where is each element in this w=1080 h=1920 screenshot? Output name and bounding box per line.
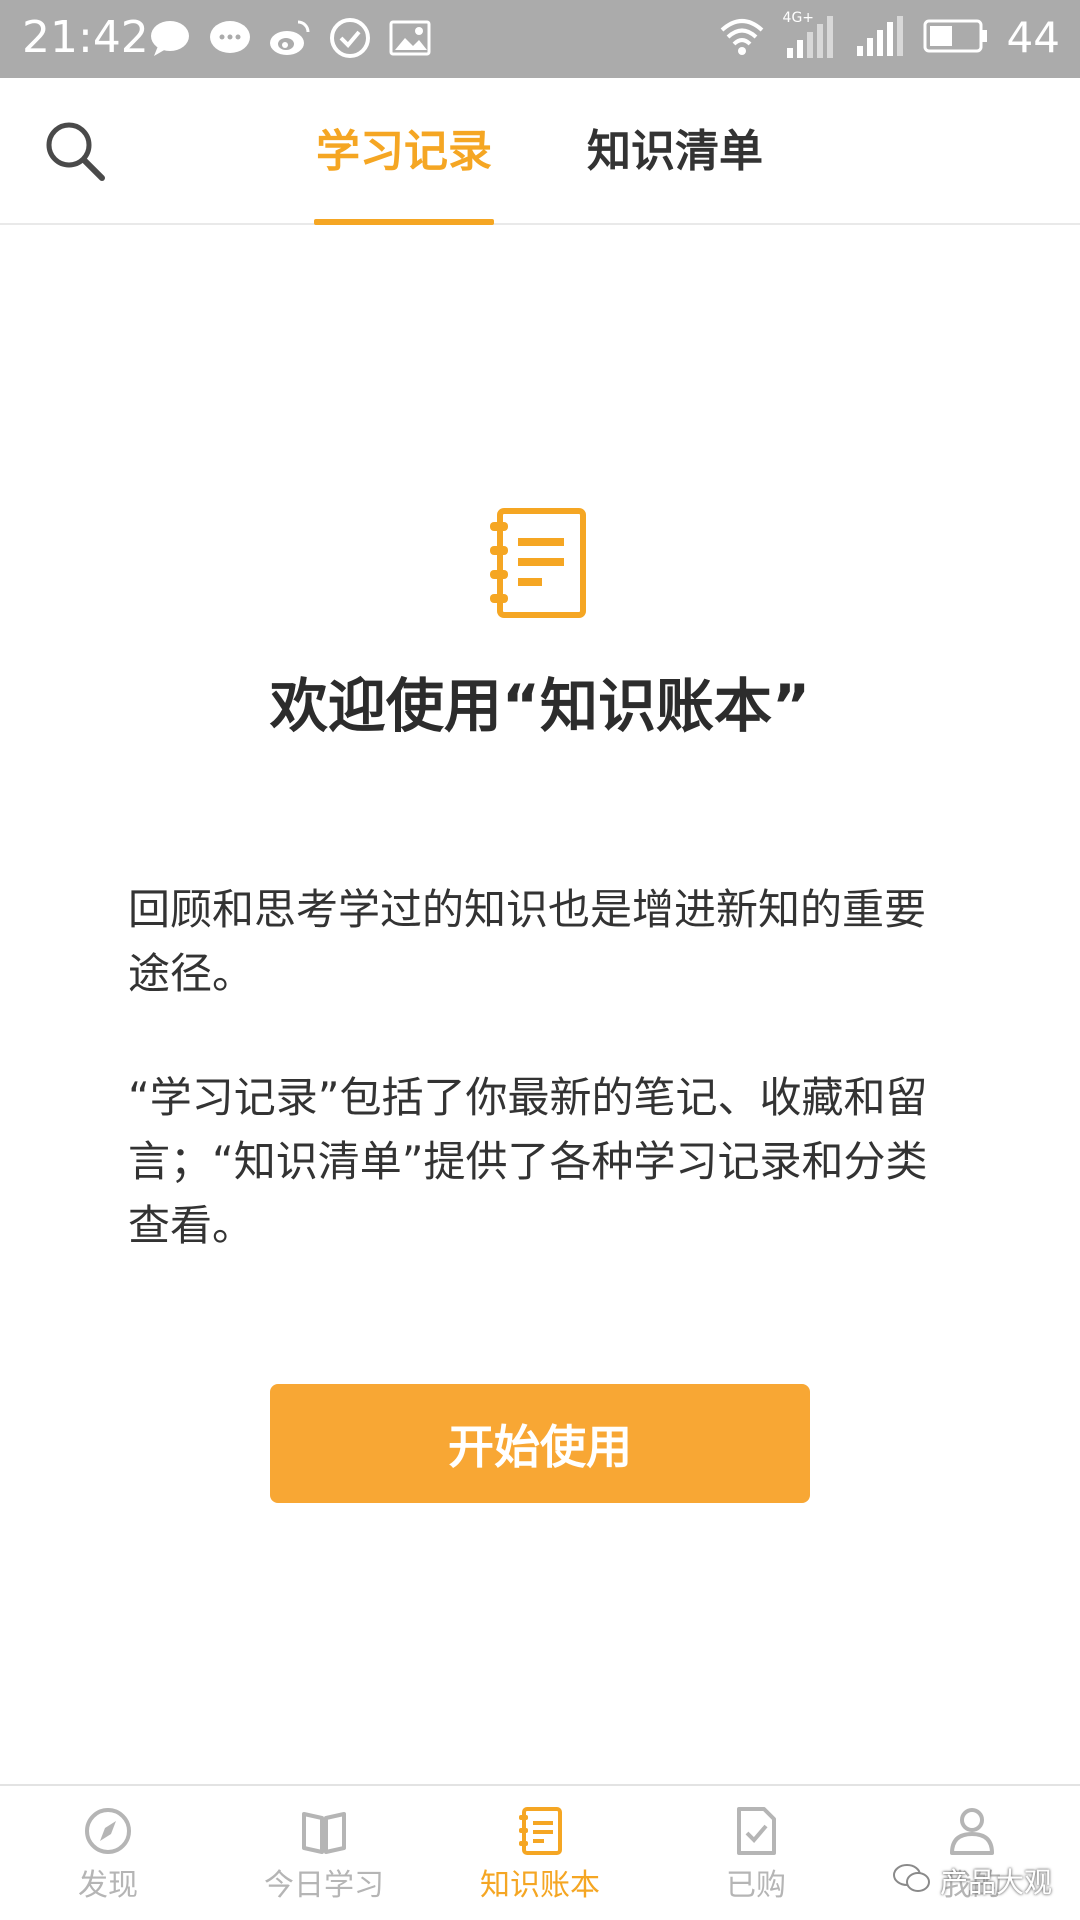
wifi-icon	[719, 16, 765, 60]
status-time: 21:42	[22, 12, 149, 63]
message-icon	[148, 16, 192, 60]
book-icon	[300, 1806, 348, 1856]
intro-paragraph: 回顾和思考学过的知识也是增进新知的重要途径。	[128, 885, 927, 998]
watermark-text: 产品大观	[939, 1865, 1052, 1899]
search-icon	[46, 122, 105, 181]
app-screen: 21:42 4G+ 44 学习记录 知识清单 欢迎使用“知识账本” 回顾和思考学…	[0, 0, 1080, 1920]
signal-icon: 4G+	[783, 10, 837, 62]
top-tab-bar: 学习记录 知识清单	[0, 78, 1080, 225]
nav-item-today[interactable]: 今日学习	[216, 1786, 432, 1920]
nav-label: 发现	[78, 1868, 138, 1903]
nav-item-knowledge-ledger[interactable]: 知识账本	[432, 1786, 648, 1920]
welcome-title: 欢迎使用“知识账本”	[269, 672, 811, 740]
weibo-icon	[268, 16, 312, 60]
purchased-icon	[732, 1806, 780, 1856]
check-circle-icon	[328, 16, 372, 60]
notebook-icon	[488, 508, 586, 618]
user-icon	[948, 1806, 996, 1856]
nav-item-purchased[interactable]: 已购	[648, 1786, 864, 1920]
tab-knowledge-list[interactable]: 知识清单	[585, 122, 765, 182]
notebook-icon	[516, 1806, 564, 1856]
nav-label: 已购	[726, 1868, 786, 1903]
feature-paragraph: “学习记录”包括了你最新的笔记、收藏和留言；“知识清单”提供了各种学习记录和分类…	[128, 1073, 928, 1250]
status-bar: 21:42 4G+ 44	[0, 0, 1080, 78]
active-tab-indicator	[314, 219, 494, 225]
nav-label: 知识账本	[480, 1868, 600, 1903]
wechat-icon	[892, 1862, 932, 1903]
image-icon	[388, 16, 432, 60]
signal-icon-2	[855, 14, 905, 62]
search-button[interactable]	[42, 118, 108, 184]
nav-label: 今日学习	[264, 1868, 384, 1903]
start-button[interactable]: 开始使用	[270, 1384, 810, 1503]
notification-icons	[148, 16, 432, 60]
tab-learning-records[interactable]: 学习记录	[314, 122, 494, 182]
chat-icon	[208, 16, 252, 60]
watermark: 产品大观	[892, 1862, 1052, 1903]
nav-item-discover[interactable]: 发现	[0, 1786, 216, 1920]
status-right: 4G+ 44	[719, 10, 1060, 64]
compass-icon	[84, 1806, 132, 1856]
battery-icon	[923, 19, 989, 57]
battery-level: 44	[1006, 13, 1060, 62]
